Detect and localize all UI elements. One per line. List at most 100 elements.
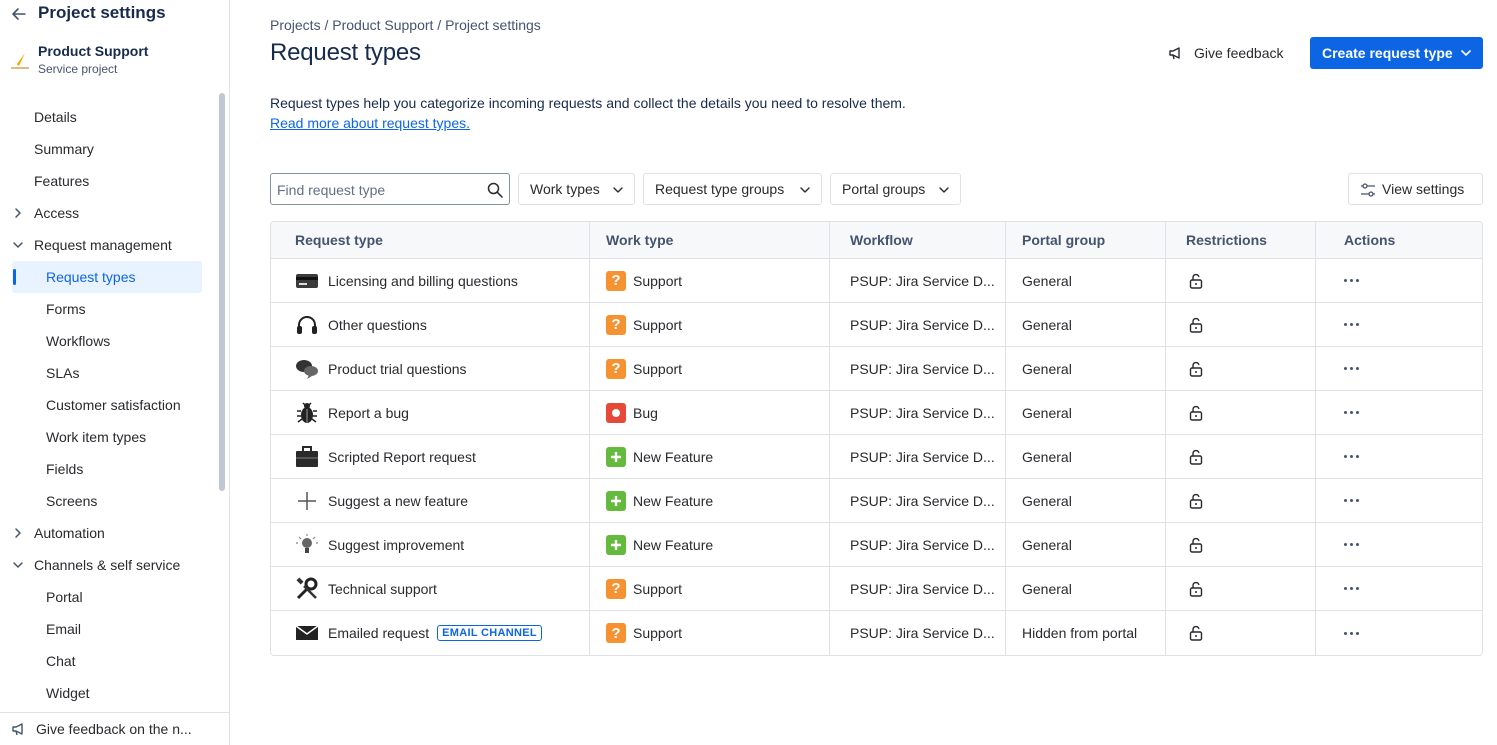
unlock-icon[interactable] xyxy=(1188,361,1204,377)
table-row[interactable]: Suggest improvement New Feature PSUP: Ji… xyxy=(271,523,1482,567)
sidebar-item-workflows[interactable]: Workflows xyxy=(0,325,214,357)
sidebar-item-customer-satisfaction[interactable]: Customer satisfaction xyxy=(0,389,214,421)
search-icon[interactable] xyxy=(487,182,503,198)
sidebar-item-automation[interactable]: Automation xyxy=(0,517,214,549)
table-row[interactable]: Scripted Report request New Feature PSUP… xyxy=(271,435,1482,479)
sidebar-item-request-management[interactable]: Request management xyxy=(0,229,214,261)
request-type-name[interactable]: Licensing and billing questions xyxy=(328,273,518,289)
sidebar-item-screens[interactable]: Screens xyxy=(0,485,214,517)
portal-group-label: General xyxy=(1022,316,1072,333)
column-header-work-type[interactable]: Work type xyxy=(590,222,830,258)
sidebar-item-fields[interactable]: Fields xyxy=(0,453,214,485)
unlock-icon[interactable] xyxy=(1188,449,1204,465)
workflow-name: PSUP: Jira Service D... xyxy=(850,580,995,597)
read-more-link[interactable]: Read more about request types. xyxy=(270,115,470,131)
more-actions-icon[interactable] xyxy=(1344,451,1359,462)
table-row[interactable]: Product trial questions ? Support PSUP: … xyxy=(271,347,1482,391)
sidebar-nav: Details Summary Features Access Request … xyxy=(0,101,214,701)
request-type-groups-filter[interactable]: Request type groups xyxy=(643,173,822,205)
sidebar-item-work-item-types[interactable]: Work item types xyxy=(0,421,214,453)
request-type-name[interactable]: Other questions xyxy=(328,317,427,333)
request-type-name[interactable]: Technical support xyxy=(328,581,437,597)
sidebar-item-details[interactable]: Details xyxy=(0,101,214,133)
cell-workflow: PSUP: Jira Service D... xyxy=(830,435,1006,478)
table-row[interactable]: Technical support ? Support PSUP: Jira S… xyxy=(271,567,1482,611)
cell-work-type: ? Support xyxy=(590,611,830,655)
request-type-name[interactable]: Suggest improvement xyxy=(328,537,464,553)
unlock-icon[interactable] xyxy=(1188,625,1204,641)
cell-work-type: ? Support xyxy=(590,567,830,610)
breadcrumb-projects[interactable]: Projects xyxy=(270,17,321,33)
give-feedback-button[interactable]: Give feedback xyxy=(1168,38,1284,68)
email-channel-badge: EMAIL CHANNEL xyxy=(437,625,542,641)
search-field[interactable] xyxy=(270,173,510,205)
unlock-icon[interactable] xyxy=(1188,581,1204,597)
more-actions-icon[interactable] xyxy=(1344,407,1359,418)
request-type-name[interactable]: Scripted Report request xyxy=(328,449,476,465)
sidebar-item-channels[interactable]: Channels & self service xyxy=(0,549,214,581)
scrollbar-thumb[interactable] xyxy=(219,93,225,491)
sidebar-title: Project settings xyxy=(38,3,166,22)
sidebar-item-chat[interactable]: Chat xyxy=(0,645,214,677)
sidebar-item-label: Customer satisfaction xyxy=(46,397,181,413)
filter-label: Work types xyxy=(530,181,600,197)
column-header-restrictions[interactable]: Restrictions xyxy=(1166,222,1316,258)
request-type-name[interactable]: Suggest a new feature xyxy=(328,493,468,509)
cell-actions xyxy=(1316,259,1482,302)
cell-request-type: Licensing and billing questions xyxy=(271,259,590,302)
arrow-left-icon[interactable] xyxy=(10,5,28,23)
cell-portal-group: General xyxy=(1006,391,1166,434)
chevron-right-icon[interactable] xyxy=(12,207,24,219)
more-actions-icon[interactable] xyxy=(1344,628,1359,639)
sidebar-item-email[interactable]: Email xyxy=(0,613,214,645)
sidebar-item-forms[interactable]: Forms xyxy=(0,293,214,325)
chevron-down-icon[interactable] xyxy=(12,239,24,251)
view-settings-label: View settings xyxy=(1382,181,1465,197)
more-actions-icon[interactable] xyxy=(1344,495,1359,506)
cell-request-type: Emailed request EMAIL CHANNEL xyxy=(271,611,590,655)
unlock-icon[interactable] xyxy=(1188,317,1204,333)
create-request-type-button[interactable]: Create request type xyxy=(1310,37,1483,69)
more-actions-icon[interactable] xyxy=(1344,539,1359,550)
unlock-icon[interactable] xyxy=(1188,493,1204,509)
view-settings-button[interactable]: View settings xyxy=(1348,173,1483,205)
unlock-icon[interactable] xyxy=(1188,537,1204,553)
sidebar-item-access[interactable]: Access xyxy=(0,197,214,229)
chevron-right-icon[interactable] xyxy=(12,527,24,539)
chevron-down-icon[interactable] xyxy=(12,559,24,571)
work-types-filter[interactable]: Work types xyxy=(518,173,635,205)
sidebar-item-label: Request management xyxy=(34,237,172,253)
request-type-name[interactable]: Emailed request xyxy=(328,625,429,641)
table-row[interactable]: Report a bug Bug PSUP: Jira Service D...… xyxy=(271,391,1482,435)
unlock-icon[interactable] xyxy=(1188,273,1204,289)
table-row[interactable]: Suggest a new feature New Feature PSUP: … xyxy=(271,479,1482,523)
column-header-request-type[interactable]: Request type xyxy=(271,222,590,258)
sidebar-footer-feedback[interactable]: Give feedback on the n... xyxy=(0,712,229,745)
sidebar-item-widget[interactable]: Widget xyxy=(0,677,214,701)
cell-workflow: PSUP: Jira Service D... xyxy=(830,391,1006,434)
sidebar-scrollbar[interactable] xyxy=(217,91,227,701)
table-row[interactable]: Emailed request EMAIL CHANNEL ? Support P… xyxy=(271,611,1482,655)
column-header-workflow[interactable]: Workflow xyxy=(830,222,1006,258)
more-actions-icon[interactable] xyxy=(1344,319,1359,330)
table-row[interactable]: Licensing and billing questions ? Suppor… xyxy=(271,259,1482,303)
search-input[interactable] xyxy=(277,180,477,200)
column-header-portal-group[interactable]: Portal group xyxy=(1006,222,1166,258)
portal-group-label: General xyxy=(1022,580,1072,597)
table-row[interactable]: Other questions ? Support PSUP: Jira Ser… xyxy=(271,303,1482,347)
request-type-name[interactable]: Product trial questions xyxy=(328,361,467,377)
breadcrumb-project-settings[interactable]: Project settings xyxy=(445,17,541,33)
more-actions-icon[interactable] xyxy=(1344,275,1359,286)
unlock-icon[interactable] xyxy=(1188,405,1204,421)
question-icon: ? xyxy=(606,623,626,643)
sidebar-item-summary[interactable]: Summary xyxy=(0,133,214,165)
request-type-name[interactable]: Report a bug xyxy=(328,405,409,421)
sidebar-item-portal[interactable]: Portal xyxy=(0,581,214,613)
more-actions-icon[interactable] xyxy=(1344,363,1359,374)
breadcrumb-product-support[interactable]: Product Support xyxy=(332,17,433,33)
sidebar-item-features[interactable]: Features xyxy=(0,165,214,197)
portal-groups-filter[interactable]: Portal groups xyxy=(830,173,961,205)
more-actions-icon[interactable] xyxy=(1344,583,1359,594)
sidebar-item-request-types[interactable]: Request types xyxy=(12,261,202,293)
sidebar-item-slas[interactable]: SLAs xyxy=(0,357,214,389)
